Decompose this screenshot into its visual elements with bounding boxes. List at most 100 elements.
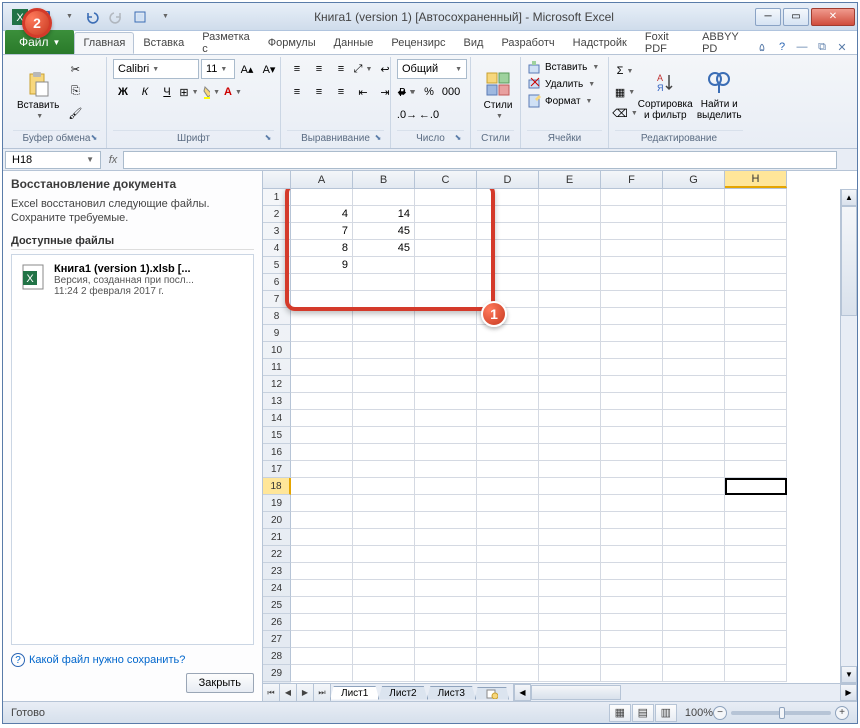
cell[interactable]: [291, 359, 353, 376]
scroll-thumb[interactable]: [531, 685, 621, 700]
cell[interactable]: [725, 206, 787, 223]
cell[interactable]: [291, 529, 353, 546]
styles-button[interactable]: Стили▼: [477, 59, 519, 130]
row-header[interactable]: 3: [263, 223, 291, 240]
vertical-scrollbar[interactable]: ▲ ▼: [840, 189, 857, 683]
cell[interactable]: [663, 240, 725, 257]
cell[interactable]: [663, 512, 725, 529]
cell[interactable]: [663, 325, 725, 342]
cell[interactable]: [725, 274, 787, 291]
cell[interactable]: [601, 563, 663, 580]
cell[interactable]: [477, 359, 539, 376]
format-cells-button[interactable]: Формат▼: [527, 93, 602, 109]
cell[interactable]: [601, 597, 663, 614]
cell[interactable]: [601, 614, 663, 631]
fill-color-icon[interactable]: ▼: [201, 82, 221, 102]
cell[interactable]: [663, 376, 725, 393]
row-header[interactable]: 21: [263, 529, 291, 546]
cell[interactable]: 8: [291, 240, 353, 257]
row-header[interactable]: 24: [263, 580, 291, 597]
cell[interactable]: [353, 478, 415, 495]
cell[interactable]: [539, 546, 601, 563]
cell[interactable]: [663, 614, 725, 631]
row-header[interactable]: 5: [263, 257, 291, 274]
align-bottom-icon[interactable]: ≡: [331, 59, 351, 79]
cell[interactable]: [415, 512, 477, 529]
cell[interactable]: [725, 597, 787, 614]
cell[interactable]: [725, 580, 787, 597]
cell[interactable]: [539, 648, 601, 665]
cell[interactable]: [663, 342, 725, 359]
row-header[interactable]: 13: [263, 393, 291, 410]
align-middle-icon[interactable]: ≡: [309, 59, 329, 79]
scroll-left-icon[interactable]: ◀: [514, 684, 531, 701]
cell[interactable]: [539, 512, 601, 529]
orientation-icon[interactable]: ⤢▼: [353, 59, 373, 79]
cell[interactable]: [539, 240, 601, 257]
cell[interactable]: [663, 665, 725, 682]
zoom-level[interactable]: 100%: [685, 707, 713, 719]
cell[interactable]: [601, 325, 663, 342]
row-header[interactable]: 17: [263, 461, 291, 478]
cell[interactable]: [291, 665, 353, 682]
cell[interactable]: [601, 393, 663, 410]
cell[interactable]: [601, 427, 663, 444]
qat-dropdown2-icon[interactable]: ▼: [153, 6, 175, 28]
cell[interactable]: [291, 308, 353, 325]
cell[interactable]: [539, 444, 601, 461]
cell[interactable]: [477, 665, 539, 682]
zoom-slider[interactable]: [731, 711, 831, 715]
cell[interactable]: [539, 291, 601, 308]
row-header[interactable]: 26: [263, 614, 291, 631]
shrink-font-icon[interactable]: A▾: [259, 59, 279, 79]
find-select-button[interactable]: Найти и выделить: [695, 59, 743, 130]
cells-area[interactable]: 1 4147458459: [291, 189, 857, 683]
cell[interactable]: [539, 478, 601, 495]
cell[interactable]: [353, 648, 415, 665]
cell[interactable]: [415, 376, 477, 393]
cell[interactable]: [601, 478, 663, 495]
recovery-file-item[interactable]: X Книга1 (version 1).xlsb [... Версия, с…: [16, 259, 249, 301]
sheet-tab[interactable]: Лист2: [378, 686, 427, 700]
cell[interactable]: [415, 444, 477, 461]
cell[interactable]: [601, 529, 663, 546]
cell[interactable]: [477, 410, 539, 427]
tab-addins[interactable]: Надстройк: [564, 32, 636, 54]
cell[interactable]: [291, 648, 353, 665]
cell[interactable]: 4: [291, 206, 353, 223]
cell[interactable]: [539, 410, 601, 427]
delete-cells-button[interactable]: Удалить▼: [527, 76, 602, 92]
cell[interactable]: [539, 206, 601, 223]
cell[interactable]: [663, 291, 725, 308]
underline-icon[interactable]: Ч: [157, 82, 177, 102]
cell[interactable]: [415, 478, 477, 495]
cell[interactable]: [725, 546, 787, 563]
row-header[interactable]: 22: [263, 546, 291, 563]
sheet-first-icon[interactable]: ⏮: [263, 684, 280, 701]
sheet-tab[interactable]: Лист3: [427, 686, 476, 700]
cell[interactable]: [477, 189, 539, 206]
cell[interactable]: [477, 325, 539, 342]
font-color-icon[interactable]: A▼: [223, 82, 243, 102]
dialog-launcher-icon[interactable]: ⬊: [262, 133, 274, 145]
cell[interactable]: [353, 410, 415, 427]
column-header[interactable]: F: [601, 171, 663, 188]
cell[interactable]: 9: [291, 257, 353, 274]
sheet-tab[interactable]: Лист1: [330, 686, 379, 700]
cell[interactable]: [477, 512, 539, 529]
cell[interactable]: [539, 393, 601, 410]
ribbon-minimize-icon[interactable]: ۵: [755, 40, 769, 54]
cell[interactable]: [291, 342, 353, 359]
cell[interactable]: [415, 546, 477, 563]
undo-icon[interactable]: [81, 6, 103, 28]
cell[interactable]: [477, 631, 539, 648]
cell[interactable]: [477, 274, 539, 291]
cell[interactable]: [353, 444, 415, 461]
cell[interactable]: [601, 444, 663, 461]
cell[interactable]: [663, 631, 725, 648]
cell[interactable]: [725, 325, 787, 342]
row-header[interactable]: 19: [263, 495, 291, 512]
dec-decimal-icon[interactable]: ←.0: [419, 105, 439, 125]
cell[interactable]: [415, 359, 477, 376]
fill-icon[interactable]: ▦▼: [615, 82, 635, 102]
